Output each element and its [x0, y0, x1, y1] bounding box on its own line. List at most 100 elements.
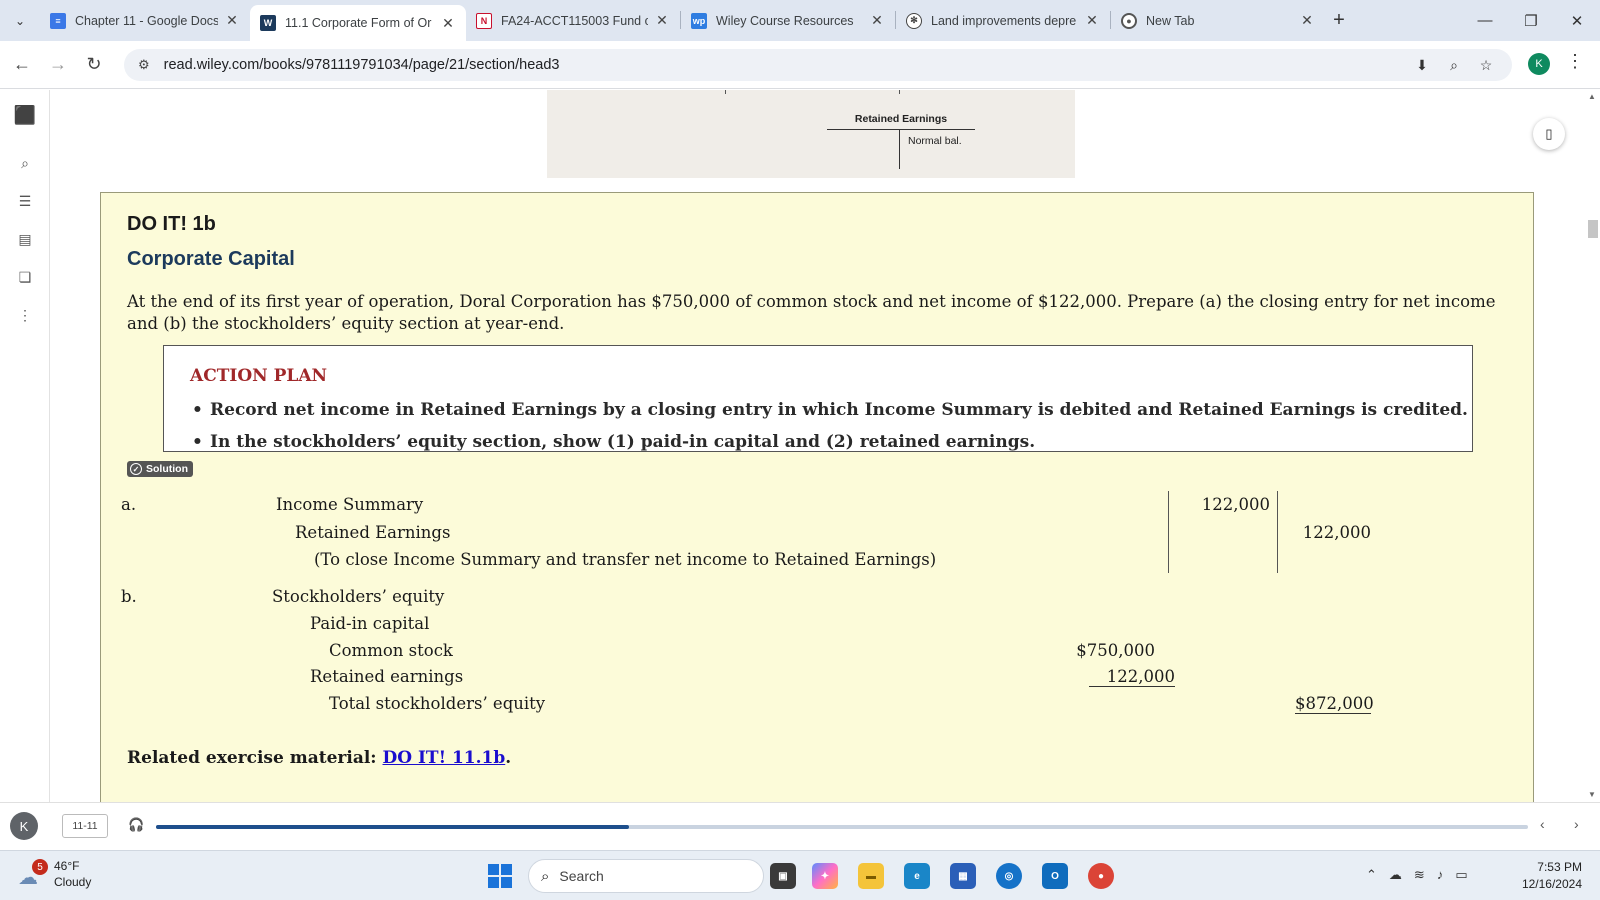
- close-icon[interactable]: ✕: [224, 12, 240, 29]
- clock-date: 12/16/2024: [1521, 877, 1582, 891]
- chevron-up-icon[interactable]: ⌃: [1366, 867, 1377, 883]
- reading-progress-fill: [156, 825, 630, 829]
- tab-title: 11.1 Corporate Form of Or: [285, 16, 432, 30]
- vertical-scrollbar[interactable]: ▲ ▼: [1584, 90, 1600, 802]
- tab-new-tab[interactable]: ● New Tab ✕: [1111, 4, 1325, 37]
- system-tray: ⌃ ☁ ≋ ♪ ▭: [1366, 867, 1480, 883]
- retained-earnings-amount: 122,000: [1089, 667, 1175, 687]
- start-button[interactable]: [488, 864, 512, 888]
- close-icon[interactable]: ✕: [869, 12, 885, 29]
- page-number-input[interactable]: 11-11: [62, 814, 108, 838]
- tab-google-docs[interactable]: ≡ Chapter 11 - Google Docs ✕: [40, 4, 250, 37]
- zoom-icon[interactable]: ⌕: [1438, 53, 1470, 77]
- taskbar-search[interactable]: ⌕ Search: [528, 859, 764, 893]
- scroll-up-icon[interactable]: ▲: [1588, 92, 1596, 101]
- address-bar-actions: ⬇ ⌕ ☆: [1406, 53, 1502, 77]
- notes-icon[interactable]: ▤: [12, 228, 38, 250]
- reload-button[interactable]: ↻: [76, 47, 112, 83]
- paid-in-capital-label: Paid-in capital: [310, 614, 430, 633]
- wifi-icon[interactable]: ≋: [1414, 867, 1425, 883]
- scroll-down-icon[interactable]: ▼: [1588, 790, 1596, 799]
- onedrive-icon[interactable]: ☁: [1389, 867, 1402, 883]
- forward-button[interactable]: →: [40, 47, 76, 83]
- volume-icon[interactable]: ♪: [1437, 867, 1444, 883]
- close-icon[interactable]: ✕: [440, 15, 456, 32]
- common-stock-label: Common stock: [329, 641, 453, 660]
- user-avatar[interactable]: K: [10, 812, 38, 840]
- solution-label: Solution: [146, 463, 188, 475]
- close-icon[interactable]: ✕: [654, 12, 670, 29]
- clock[interactable]: 7:53 PM 12/16/2024: [1522, 859, 1582, 893]
- back-button[interactable]: ←: [4, 47, 40, 83]
- url-text: read.wiley.com/books/9781119791034/page/…: [163, 57, 560, 73]
- total-equity-amount: $872,000: [1295, 694, 1374, 714]
- column-divider: [1277, 491, 1278, 573]
- next-page-icon[interactable]: ›: [1574, 816, 1579, 832]
- reader-footer: K 11-11 🎧 ‹ ›: [0, 802, 1600, 850]
- weather-condition: Cloudy: [54, 875, 92, 889]
- chrome-icon[interactable]: ●: [1088, 863, 1114, 889]
- copilot-icon[interactable]: ✦: [812, 863, 838, 889]
- bookmarks-icon[interactable]: ❏: [12, 266, 38, 288]
- do-it-prompt: At the end of its first year of operatio…: [127, 292, 1496, 333]
- arrow-left-icon: ←: [13, 54, 31, 74]
- headphones-icon[interactable]: 🎧: [128, 817, 144, 833]
- edge-icon[interactable]: e: [904, 863, 930, 889]
- tab-strip: ⌄ ≡ Chapter 11 - Google Docs ✕ W 11.1 Co…: [0, 0, 1600, 41]
- clock-time: 7:53 PM: [1537, 860, 1582, 874]
- star-icon[interactable]: ☆: [1470, 53, 1502, 77]
- close-window-button[interactable]: ✕: [1554, 0, 1600, 41]
- chevron-down-icon: ✓: [130, 463, 142, 475]
- action-plan-list: Record net income in Retained Earnings b…: [192, 394, 1468, 458]
- close-icon[interactable]: ✕: [1084, 12, 1100, 29]
- dell-icon[interactable]: ◎: [996, 863, 1022, 889]
- reader-content: Retained Earnings Normal bal. ▯ DO IT! 1…: [50, 90, 1584, 802]
- part-b-label: b.: [121, 587, 137, 606]
- t-account-line: [725, 90, 726, 94]
- previous-page-icon[interactable]: ‹: [1540, 816, 1545, 832]
- normal-balance-label: Normal bal.: [908, 135, 962, 147]
- notification-badge: 5: [32, 859, 48, 875]
- t-account-figure: Retained Earnings Normal bal.: [547, 90, 1075, 178]
- profile-avatar[interactable]: K: [1528, 53, 1550, 75]
- battery-icon[interactable]: ▭: [1455, 867, 1467, 883]
- temperature-text: 46°F: [54, 859, 80, 873]
- microsoft-store-icon[interactable]: ▦: [950, 863, 976, 889]
- bookmark-icon: ▯: [1545, 126, 1553, 141]
- tab-search-button[interactable]: ⌄: [0, 0, 40, 41]
- action-plan-item: Record net income in Retained Earnings b…: [192, 394, 1468, 426]
- t-account-line: [899, 129, 900, 169]
- search-icon[interactable]: ⌕: [12, 152, 38, 174]
- tab-course[interactable]: N FA24-ACCT115003 Fund of ✕: [466, 4, 680, 37]
- install-app-icon[interactable]: ⬇: [1406, 53, 1438, 77]
- windows-logo-icon: [488, 864, 499, 875]
- wiley-logo-icon[interactable]: ⬛: [12, 104, 38, 126]
- tab-wiley-resources[interactable]: wp Wiley Course Resources ✕: [681, 4, 895, 37]
- table-of-contents-icon[interactable]: ☰: [12, 190, 38, 212]
- solution-toggle[interactable]: ✓ Solution: [127, 461, 193, 477]
- scrollbar-thumb[interactable]: [1588, 220, 1598, 238]
- restore-button[interactable]: ❐: [1508, 0, 1554, 41]
- windows-taskbar: ☁ 5 46°F Cloudy ⌕ Search ▣ ✦ ▬ e ▦ ◎ O ●…: [0, 850, 1600, 900]
- minimize-button[interactable]: —: [1462, 0, 1508, 41]
- related-period: .: [505, 748, 512, 768]
- tab-title: Land improvements depre: [931, 13, 1077, 28]
- new-tab-button[interactable]: +: [1325, 4, 1353, 37]
- file-explorer-icon[interactable]: ▬: [858, 863, 884, 889]
- outlook-icon[interactable]: O: [1042, 863, 1068, 889]
- close-icon[interactable]: ✕: [1299, 12, 1315, 29]
- tab-land-improvements[interactable]: ✻ Land improvements depre ✕: [896, 4, 1110, 37]
- address-bar[interactable]: ⚙ read.wiley.com/books/9781119791034/pag…: [124, 49, 1512, 81]
- column-divider: [1168, 491, 1169, 573]
- reading-progress-bar[interactable]: [156, 825, 1528, 829]
- browser-menu-icon[interactable]: ⋮: [1566, 51, 1584, 72]
- do-it-box: DO IT! 1b Corporate Capital At the end o…: [100, 192, 1534, 802]
- related-exercise-link[interactable]: DO IT! 11.1b: [383, 748, 506, 768]
- windows-logo-icon: [501, 864, 512, 875]
- bookmark-page-button[interactable]: ▯: [1533, 118, 1565, 150]
- site-info-icon[interactable]: ⚙: [138, 57, 150, 73]
- google-docs-icon: ≡: [50, 12, 66, 29]
- more-options-icon[interactable]: ⋮: [12, 304, 38, 326]
- tab-wiley-reader[interactable]: W 11.1 Corporate Form of Or ✕: [250, 5, 466, 41]
- task-view-icon[interactable]: ▣: [770, 863, 796, 889]
